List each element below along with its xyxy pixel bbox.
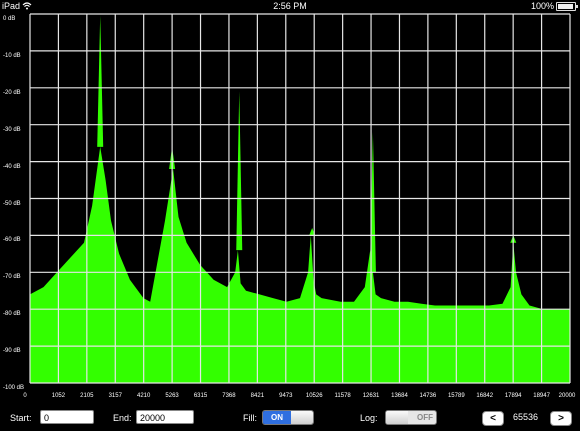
peak-1 — [97, 15, 104, 147]
x-tick-label: 7368 — [222, 393, 236, 399]
spectrum-plot[interactable] — [0, 12, 580, 404]
x-tick-label: 0 — [23, 393, 27, 399]
x-tick-label: 17894 — [504, 393, 522, 399]
x-tick-label: 6315 — [193, 393, 208, 399]
x-tick-label: 12631 — [362, 393, 380, 399]
x-tick-label: 2105 — [80, 393, 94, 399]
x-tick-label: 1052 — [51, 393, 66, 399]
y-tick-label: 0 dB — [3, 16, 16, 22]
status-time: 2:56 PM — [273, 1, 307, 11]
x-tick-label: 16842 — [476, 393, 494, 399]
y-tick-label: -50 dB — [3, 200, 21, 207]
log-switch[interactable]: OFF — [385, 410, 437, 425]
next-size-button[interactable]: > — [550, 411, 572, 426]
status-bar: iPad 2:56 PM 100% — [0, 0, 580, 12]
y-tick-label: -70 dB — [3, 274, 21, 281]
prev-size-button[interactable]: < — [482, 411, 504, 426]
x-tick-label: 11578 — [334, 393, 351, 399]
battery-percent: 100% — [530, 1, 554, 11]
y-tick-label: -20 dB — [3, 89, 21, 96]
x-tick-label: 8421 — [250, 393, 265, 399]
x-tick-label: 4210 — [136, 393, 151, 399]
fill-switch-state: ON — [263, 411, 291, 424]
spectrum-chart — [29, 13, 571, 384]
x-tick-label: 3157 — [108, 393, 122, 399]
x-tick-label: 5263 — [165, 393, 179, 399]
y-tick-label: -60 dB — [3, 237, 21, 244]
fill-switch[interactable]: ON — [262, 410, 314, 425]
y-tick-label: -100 dB — [3, 385, 25, 391]
start-field[interactable]: 0 — [40, 410, 94, 424]
log-switch-knob — [386, 411, 408, 424]
x-tick-label: 20000 — [558, 393, 576, 399]
y-tick-label: -90 dB — [3, 348, 21, 355]
log-switch-state: OFF — [417, 413, 433, 422]
peak-3 — [236, 91, 243, 251]
y-tick-label: -40 dB — [3, 163, 21, 170]
x-tick-label: 18947 — [533, 393, 550, 399]
y-tick-label: -10 dB — [3, 52, 21, 59]
x-tick-label: 15789 — [447, 393, 465, 399]
control-bar: Start: 0 End: 20000 Fill: ON Log: OFF < … — [0, 404, 580, 431]
x-tick-label: 13684 — [391, 393, 408, 399]
y-tick-label: -80 dB — [3, 311, 21, 318]
log-label: Log: — [360, 413, 378, 423]
x-tick-label: 14736 — [419, 393, 437, 399]
x-tick-label: 9473 — [279, 393, 293, 399]
end-label: End: — [113, 413, 132, 423]
x-tick-label: 10526 — [305, 393, 323, 399]
fft-size-value: 65536 — [513, 412, 539, 422]
battery-icon — [556, 2, 578, 11]
start-label: Start: — [10, 413, 32, 423]
y-tick-label: -30 dB — [3, 126, 21, 133]
end-field[interactable]: 20000 — [136, 410, 194, 424]
fill-label: Fill: — [243, 413, 257, 423]
fill-switch-knob — [291, 411, 313, 424]
spectrum-area — [30, 146, 570, 383]
